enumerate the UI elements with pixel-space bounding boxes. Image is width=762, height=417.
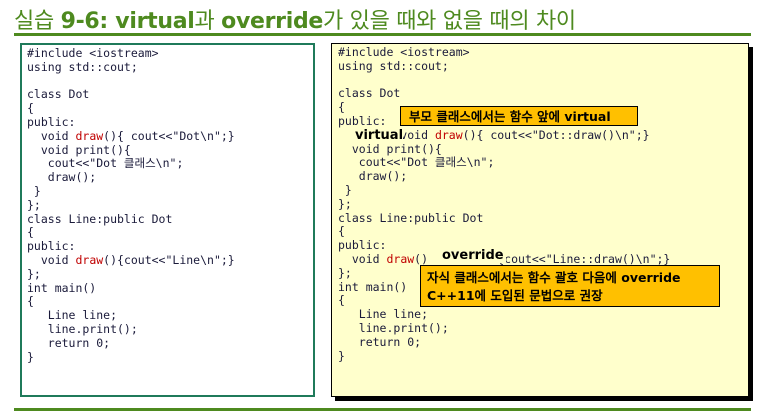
- code-line: draw();: [27, 170, 97, 185]
- code-line: {: [27, 101, 34, 116]
- title-prefix: 실습: [14, 9, 61, 34]
- override-keyword: override: [440, 248, 506, 263]
- code-line: return 0;: [27, 335, 111, 350]
- code-line: line.print();: [27, 321, 138, 336]
- code-line: class Line:public Dot: [27, 211, 173, 226]
- code-line: line.print();: [338, 320, 449, 335]
- title-mid: 과: [194, 9, 222, 34]
- code-line: class Line:public Dot: [338, 210, 484, 225]
- code-line: void print(){: [27, 142, 131, 157]
- code-listing-right: #include <iostream> using std::cout; cla…: [338, 45, 670, 363]
- callout-override-line1: 자식 클래스에서는 함수 괄호 다음에 override: [427, 270, 681, 285]
- code-line: {: [27, 225, 34, 240]
- code-line: (){ cout<<"Dot\n";}: [103, 128, 235, 143]
- draw-function-name: draw: [434, 127, 463, 142]
- code-line: void: [27, 128, 76, 143]
- code-line: class Dot: [338, 86, 401, 101]
- draw-function-name: draw: [75, 128, 104, 143]
- code-line: };: [27, 266, 41, 281]
- title-suffix: 가 있을 때와 없을 때의 차이: [323, 9, 576, 34]
- code-line: #include <iostream>: [27, 46, 159, 60]
- code-line: using std::cout;: [27, 59, 138, 74]
- code-line: using std::cout;: [338, 58, 449, 73]
- code-line: public:: [338, 113, 387, 128]
- code-line: (){ cout<<"Dot::draw()\n";}: [462, 127, 650, 142]
- code-line: int main(): [27, 280, 97, 295]
- code-panel-without-virtual: #include <iostream> using std::cout; cla…: [20, 43, 315, 397]
- footer-divider: [14, 408, 751, 411]
- code-line: cout<<"Dot 클래스\n";: [27, 156, 184, 171]
- code-line: void: [27, 252, 76, 267]
- code-line: public:: [27, 114, 76, 129]
- code-listing-left: #include <iostream> using std::cout; cla…: [27, 46, 235, 364]
- code-line: {: [338, 100, 345, 115]
- title-divider: [14, 33, 751, 36]
- code-line: }: [27, 349, 34, 364]
- code-line: class Dot: [27, 87, 90, 102]
- code-line: public:: [338, 238, 387, 253]
- callout-virtual-note: 부모 클래스에서는 함수 앞에 virtual: [400, 106, 638, 126]
- code-line: }: [338, 348, 345, 363]
- code-line: public:: [27, 239, 76, 254]
- code-panel-with-virtual: #include <iostream> using std::cout; cla…: [331, 43, 749, 397]
- code-line: };: [338, 196, 352, 211]
- slide-title: 실습 9-6: virtual과 override가 있을 때와 없을 때의 차…: [14, 3, 576, 35]
- virtual-keyword: virtual: [355, 128, 404, 143]
- code-line: {: [338, 224, 345, 239]
- code-line: return 0;: [338, 334, 422, 349]
- callout-override-line2: C++11에 도입된 문법으로 권장: [427, 288, 603, 303]
- title-number: 9-6:: [60, 9, 116, 34]
- callout-override-note: 자식 클래스에서는 함수 괄호 다음에 override C++11에 도입된 문…: [420, 265, 720, 307]
- code-line: }: [338, 182, 352, 197]
- code-line: void: [338, 251, 387, 266]
- code-line: Line line;: [27, 308, 118, 323]
- code-line: Line line;: [338, 307, 429, 322]
- code-line: {: [27, 294, 34, 309]
- title-override: override: [221, 9, 324, 34]
- code-line: void print(){: [338, 141, 442, 156]
- callout-virtual-text: 부모 클래스에서는 함수 앞에 virtual: [409, 109, 611, 124]
- code-line: (){cout<<"Line\n";}: [103, 252, 235, 267]
- title-virtual: virtual: [115, 9, 195, 34]
- code-line: };: [338, 265, 352, 280]
- code-line: int main(): [338, 279, 408, 294]
- code-line: draw();: [338, 169, 408, 184]
- code-line: };: [27, 197, 41, 212]
- code-line: #include <iostream>: [338, 45, 470, 59]
- code-line: cout<<"Dot 클래스\n";: [338, 155, 495, 170]
- draw-function-name: draw: [75, 252, 104, 267]
- code-line: {: [338, 293, 345, 308]
- code-line: }: [27, 183, 41, 198]
- draw-function-name: draw: [386, 251, 415, 266]
